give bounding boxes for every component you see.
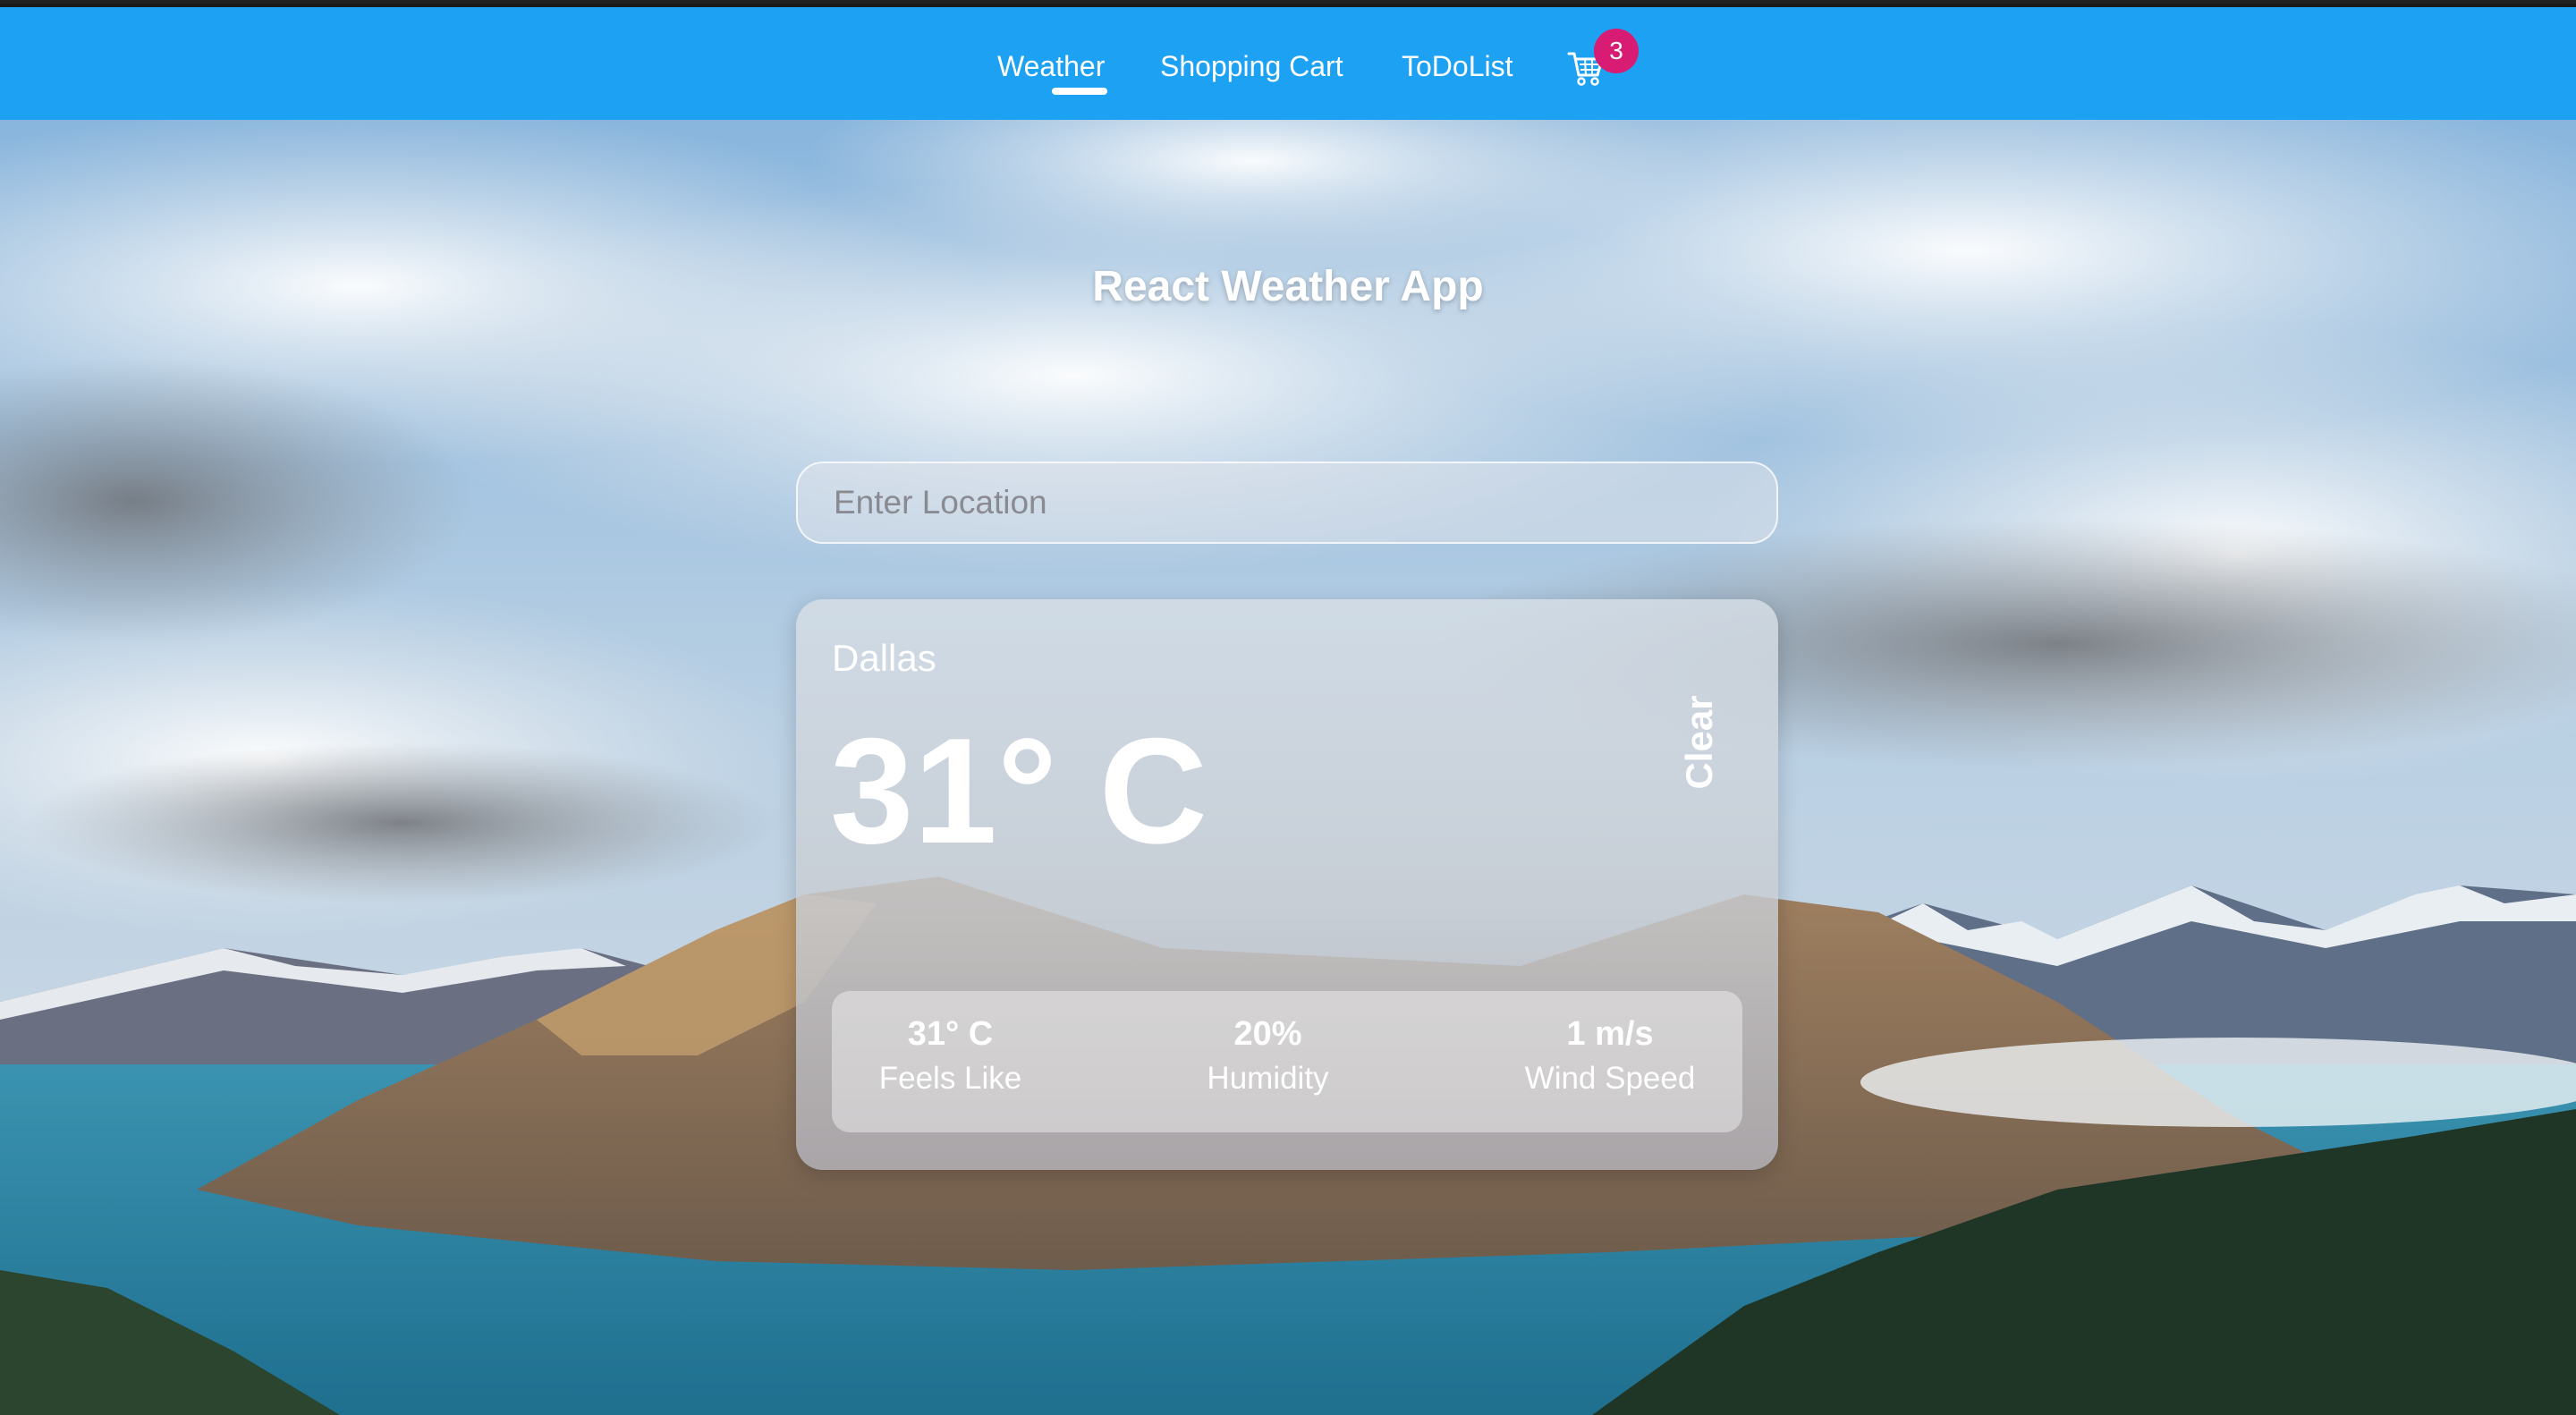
wind-speed-label: Wind Speed bbox=[1524, 1061, 1696, 1096]
feels-like-value: 31° C bbox=[907, 1015, 994, 1053]
weather-details-panel: 31° C Feels Like 20% Humidity 1 m/s Wind… bbox=[832, 991, 1742, 1132]
nav-link-shopping-cart[interactable]: Shopping Cart bbox=[1160, 48, 1343, 84]
nav-link-todolist[interactable]: ToDoList bbox=[1402, 48, 1513, 84]
humidity-label: Humidity bbox=[1207, 1061, 1329, 1096]
top-navbar: Weather Shopping Cart ToDoList 3 bbox=[0, 4, 2576, 120]
current-temperature: 31° C bbox=[830, 707, 1208, 875]
wind-speed-value: 1 m/s bbox=[1566, 1015, 1654, 1053]
page-title: React Weather App bbox=[1092, 263, 1484, 310]
nav-link-weather[interactable]: Weather bbox=[997, 48, 1105, 84]
humidity-stat: 20% Humidity bbox=[1149, 1013, 1386, 1102]
weather-card: Dallas 31° C Clear 31° C Feels Like 20% … bbox=[796, 599, 1778, 1170]
cart-count-badge: 3 bbox=[1594, 29, 1639, 73]
active-tab-indicator bbox=[1052, 88, 1107, 95]
wind-speed-stat: 1 m/s Wind Speed bbox=[1476, 1013, 1744, 1102]
feels-like-label: Feels Like bbox=[878, 1061, 1022, 1096]
city-name: Dallas bbox=[832, 637, 936, 679]
location-search-input[interactable] bbox=[796, 462, 1778, 544]
humidity-value: 20% bbox=[1233, 1015, 1302, 1053]
weather-condition: Clear bbox=[1678, 695, 1720, 790]
feels-like-stat: 31° C Feels Like bbox=[832, 1013, 1069, 1102]
